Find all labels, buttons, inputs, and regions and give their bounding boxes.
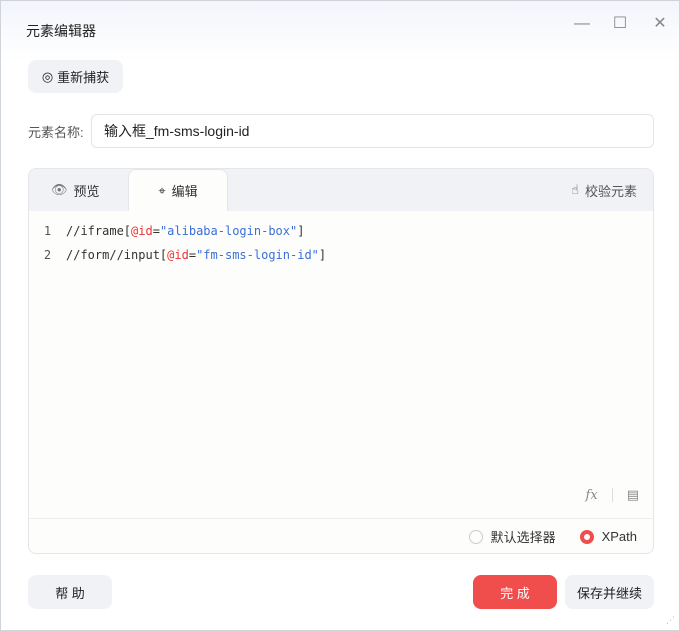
validate-label: 校验元素 [584,183,637,199]
code-editor[interactable]: 1//iframe[@id = "alibaba-login-box"] 2//fo… [29,211,653,267]
tab-bar: 👁 预览 ⌖ 编辑 ☝ 校验元素 [29,169,653,211]
radio-circle [579,529,594,544]
minimize-icon[interactable]: — [571,13,593,35]
window-title: 元素编辑器 [26,23,96,39]
tab-edit[interactable]: ⌖ 编辑 [128,169,228,211]
code-token: @id [131,224,153,238]
function-icon[interactable]: fx [586,488,598,503]
code-token: //form//input[ [66,248,168,262]
help-button[interactable]: 帮 助 [28,575,112,609]
code-token: = [188,248,197,262]
code-line: 1 //iframe[@id = "alibaba-login-box"] [29,219,653,243]
divider [611,488,613,502]
code-token: ] [297,224,305,238]
book-icon[interactable]: ▤ [627,487,639,503]
code-token: @id [167,248,189,262]
element-name-label: 元素名称: [28,125,84,140]
resize-grip-icon[interactable]: ⋰ [666,615,675,626]
code-token: "alibaba-login-box" [159,224,298,238]
tab-label: 预览 [73,183,100,199]
tab-preview[interactable]: 👁 预览 [51,169,100,211]
tab-label: 编辑 [171,184,198,199]
line-number: 2 [43,248,52,262]
radio-label: 默认选择器 [490,530,556,545]
validate-element-button[interactable]: ☝ 校验元素 [571,169,637,211]
code-token: ] [318,248,327,262]
line-number: 1 [43,224,52,238]
close-icon[interactable]: ✕ [649,13,671,35]
element-editor-window: 元素编辑器 — ☐ ✕ ◎ 重新捕获 元素名称: 输入框_fm-sms-logi… [0,0,680,631]
eye-icon: 👁 [51,182,68,197]
maximize-icon[interactable]: ☐ [609,13,631,35]
recapture-label: 重新捕获 [57,70,110,85]
radio-label: XPath [601,529,637,544]
code-line: 2 //form//input[@id = "fm-sms-login-id"] [29,243,653,267]
editor-tools: fx ▤ [586,487,639,503]
radio-xpath[interactable]: XPath [579,529,637,544]
code-token: "fm-sms-login-id" [196,248,319,262]
capture-icon: ◎ [41,68,54,84]
element-name-input[interactable]: 输入框_fm-sms-login-id [91,114,654,148]
code-token: //iframe[ [66,224,132,238]
location-pin-icon: ⌖ [158,182,166,198]
radio-default-selector[interactable]: 默认选择器 [468,527,556,546]
selector-type-group: 默认选择器 XPath [29,518,653,553]
radio-circle [468,529,483,544]
code-token: = [152,224,160,238]
save-and-continue-button[interactable]: 保存并继续 [565,575,654,609]
recapture-button[interactable]: ◎ 重新捕获 [28,60,123,93]
selector-panel: 👁 预览 ⌖ 编辑 ☝ 校验元素 1//iframe[@id = "alibaba-log… [28,168,654,554]
done-button[interactable]: 完 成 [473,575,557,609]
hand-pointer-icon: ☝ [571,182,579,197]
